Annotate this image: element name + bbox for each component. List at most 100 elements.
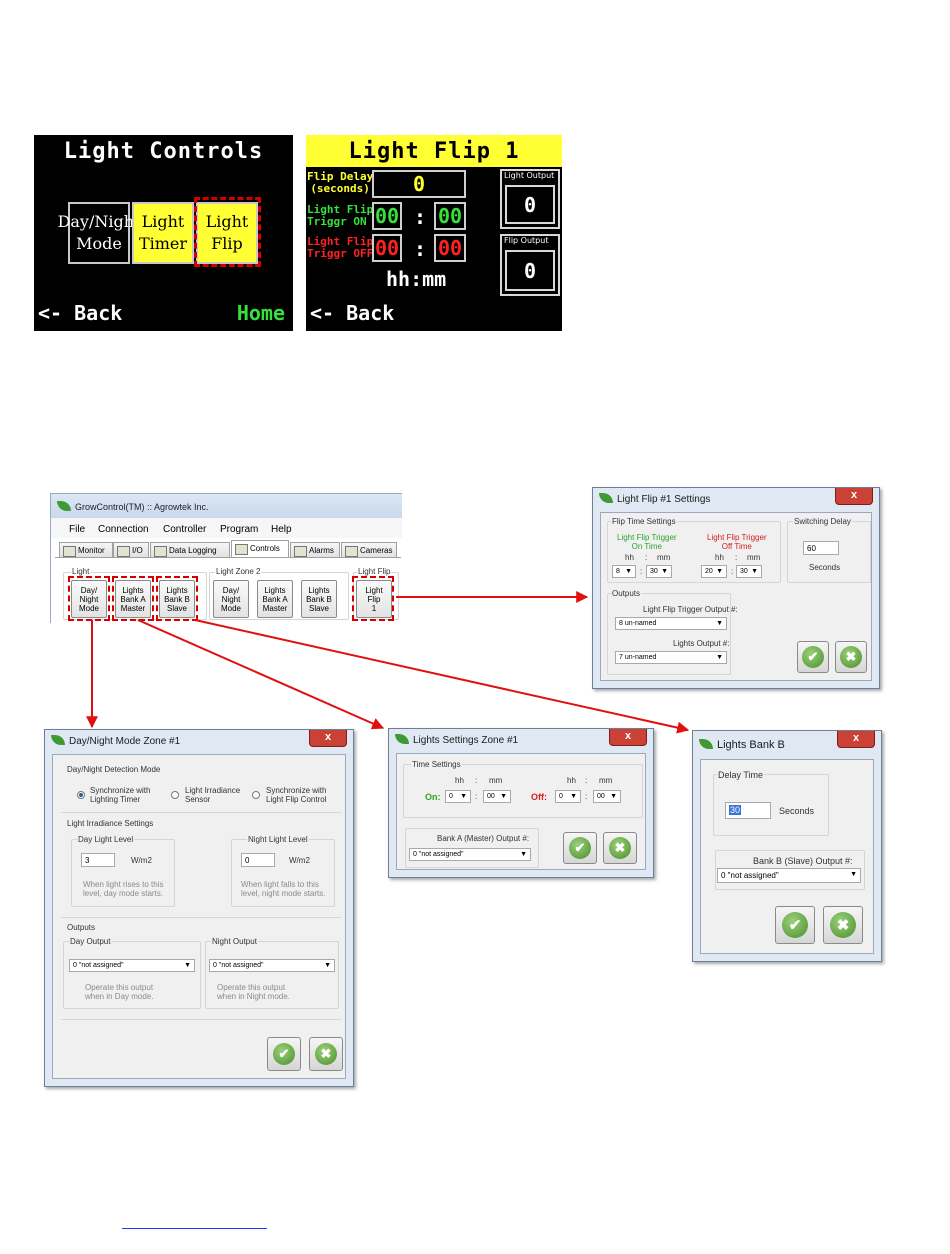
dialog-title: Day/Night Mode Zone #1 — [69, 736, 181, 747]
day-output-select[interactable]: 0 "not assigned" ▼ — [69, 959, 195, 972]
cancel-button[interactable]: ✖ — [823, 906, 863, 944]
day-help: When light rises to this level, day mode… — [83, 880, 164, 898]
close-icon[interactable]: x — [609, 729, 647, 746]
hh-label: hh — [455, 776, 464, 785]
close-icon[interactable]: x — [835, 488, 873, 505]
day-level-label: Day Light Level — [77, 835, 135, 844]
on-time-label: Light Flip Trigger On Time — [617, 533, 677, 551]
dropdown-arrow-icon: ▼ — [716, 654, 723, 661]
hyperlink-underline[interactable] — [122, 1227, 267, 1229]
select-value: 0 "not assigned" — [721, 871, 779, 880]
dropdown-arrow-icon: ▼ — [610, 793, 617, 800]
dropdown-arrow-icon: ▼ — [716, 620, 723, 627]
close-icon[interactable]: x — [837, 731, 875, 748]
select-value: 8 — [616, 568, 620, 575]
on-hh-select[interactable]: 0 ▼ — [445, 790, 471, 803]
select-value: 20 — [705, 568, 713, 575]
colon: : — [475, 776, 478, 785]
trigger-output-select[interactable]: 8 un-named ▼ — [615, 617, 727, 630]
day-level-input[interactable]: 3 — [81, 853, 115, 867]
checkmark-icon: ✔ — [802, 646, 824, 668]
switching-delay-input[interactable]: 60 — [803, 541, 839, 555]
leaf-icon — [395, 734, 409, 744]
radio-irradiance[interactable] — [171, 791, 179, 799]
leaf-icon — [699, 739, 713, 749]
radio-light-flip-label: Synchronize with Light Flip Control — [266, 786, 327, 804]
off-hh-select[interactable]: 0 ▼ — [555, 790, 581, 803]
select-value: 0 — [559, 793, 563, 800]
on-hh-select[interactable]: 8 ▼ — [612, 565, 636, 578]
colon: : — [585, 776, 588, 785]
checkmark-icon: ✔ — [782, 912, 808, 938]
cancel-button[interactable]: ✖ — [603, 832, 637, 864]
leaf-icon — [599, 493, 613, 503]
outputs-label: Outputs — [611, 589, 642, 598]
switching-delay-label: Switching Delay — [793, 517, 852, 526]
close-icon[interactable]: x — [309, 730, 347, 747]
checkmark-icon: ✔ — [273, 1043, 295, 1065]
dropdown-arrow-icon: ▼ — [751, 568, 758, 575]
night-level-input[interactable]: 0 — [241, 853, 275, 867]
radio-lighting-timer[interactable] — [77, 791, 85, 799]
delay-time-label: Delay Time — [717, 770, 765, 780]
ok-button[interactable]: ✔ — [797, 641, 829, 673]
off-mm-select[interactable]: 30 ▼ — [736, 565, 762, 578]
cancel-icon: ✖ — [315, 1043, 337, 1065]
flip-time-label: Flip Time Settings — [611, 517, 677, 526]
cancel-button[interactable]: ✖ — [309, 1037, 343, 1071]
flip-settings-dialog: Light Flip #1 Settings x Flip Time Setti… — [592, 487, 880, 689]
dialog-title: Light Flip #1 Settings — [617, 494, 711, 505]
day-output-help: Operate this output when in Day mode. — [85, 983, 154, 1001]
dialog-title: Lights Bank B — [717, 739, 785, 751]
select-value: 8 un-named — [619, 620, 657, 627]
unit-label: W/m2 — [131, 856, 152, 865]
on-mm-select[interactable]: 00 ▼ — [483, 790, 511, 803]
delay-time-input[interactable]: 30 — [725, 802, 771, 819]
trigger-output-label: Light Flip Trigger Output #: — [643, 605, 738, 614]
off-time-label: Light Flip Trigger Off Time — [707, 533, 767, 551]
off-mm-select[interactable]: 00 ▼ — [593, 790, 621, 803]
off-label: Off: — [531, 792, 547, 802]
select-value: 0 — [449, 793, 453, 800]
irradiance-settings-label: Light Irradiance Settings — [67, 819, 154, 828]
night-output-label: Night Output — [211, 937, 258, 946]
radio-lighting-timer-label: Synchronize with Lighting Timer — [90, 786, 151, 804]
dropdown-arrow-icon: ▼ — [324, 962, 331, 969]
unit-label: W/m2 — [289, 856, 310, 865]
mm-label: mm — [657, 553, 671, 562]
ok-button[interactable]: ✔ — [563, 832, 597, 864]
select-value: 0 "not assigned" — [413, 851, 464, 858]
dialog-body: Flip Time Settings Light Flip Trigger On… — [600, 512, 872, 681]
night-level-label: Night Light Level — [247, 835, 309, 844]
seconds-label: Seconds — [809, 563, 841, 572]
bank-a-output-label: Bank A (Master) Output #: — [437, 834, 530, 843]
lights-zone-dialog: Lights Settings Zone #1 x Time Settings … — [388, 728, 654, 878]
bank-b-output-label: Bank B (Slave) Output #: — [753, 856, 853, 866]
seconds-label: Seconds — [779, 806, 815, 816]
bank-b-output-select[interactable]: 0 "not assigned" ▼ — [717, 868, 861, 883]
dialog-body: Time Settings hh : mm hh : mm On: 0 ▼ : 0… — [396, 753, 646, 870]
dialog-body: Delay Time 30 Seconds Bank B (Slave) Out… — [700, 759, 874, 954]
dropdown-arrow-icon: ▼ — [500, 793, 507, 800]
hh-label: hh — [715, 553, 724, 562]
leaf-icon — [51, 735, 65, 745]
radio-light-flip[interactable] — [252, 791, 260, 799]
dropdown-arrow-icon: ▼ — [184, 962, 191, 969]
hh-label: hh — [567, 776, 576, 785]
on-mm-select[interactable]: 30 ▼ — [646, 565, 672, 578]
colon: : — [640, 567, 643, 576]
bank-a-output-select[interactable]: 0 "not assigned" ▼ — [409, 848, 531, 861]
off-hh-select[interactable]: 20 ▼ — [701, 565, 727, 578]
lights-output-select[interactable]: 7 un-named ▼ — [615, 651, 727, 664]
dropdown-arrow-icon: ▼ — [850, 871, 857, 878]
divider — [61, 1019, 341, 1020]
detection-mode-label: Day/Night Detection Mode — [67, 765, 161, 774]
ok-button[interactable]: ✔ — [267, 1037, 301, 1071]
checkmark-icon: ✔ — [569, 837, 591, 859]
time-settings-label: Time Settings — [411, 760, 462, 769]
night-output-select[interactable]: 0 "not assigned" ▼ — [209, 959, 335, 972]
cancel-button[interactable]: ✖ — [835, 641, 867, 673]
dropdown-arrow-icon: ▼ — [570, 793, 577, 800]
dialog-body: Day/Night Detection Mode Synchronize wit… — [52, 754, 346, 1079]
ok-button[interactable]: ✔ — [775, 906, 815, 944]
